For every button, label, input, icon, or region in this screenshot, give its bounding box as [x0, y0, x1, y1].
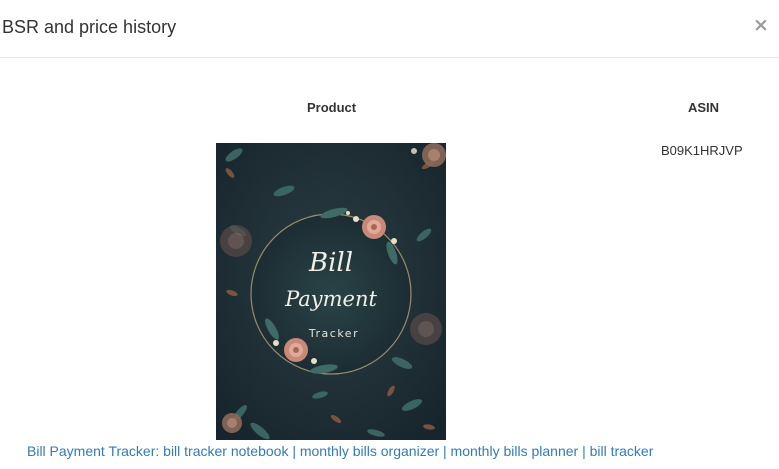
column-header-asin: ASIN	[688, 100, 720, 115]
cover-title-line3: Tracker	[308, 327, 359, 340]
product-title-link[interactable]: Bill Payment Tracker: bill tracker noteb…	[27, 443, 653, 460]
column-header-product: Product	[307, 100, 357, 115]
product-cover-image[interactable]: Bill Payment Tracker	[216, 143, 446, 440]
cover-title-line1: Bill	[308, 248, 353, 278]
corner-flower-bottom-left	[222, 413, 242, 433]
corner-flower-left	[220, 225, 252, 257]
close-button[interactable]: ×	[753, 14, 769, 36]
corner-flower-right	[410, 313, 442, 345]
modal-title: BSR and price history	[2, 17, 177, 37]
modal-header: BSR and price history ×	[0, 0, 779, 58]
cover-title-line2: Payment	[284, 287, 377, 311]
asin-value: B09K1HRJVP	[661, 143, 743, 158]
bsr-price-history-modal: BSR and price history × Product ASIN B09…	[0, 0, 779, 469]
